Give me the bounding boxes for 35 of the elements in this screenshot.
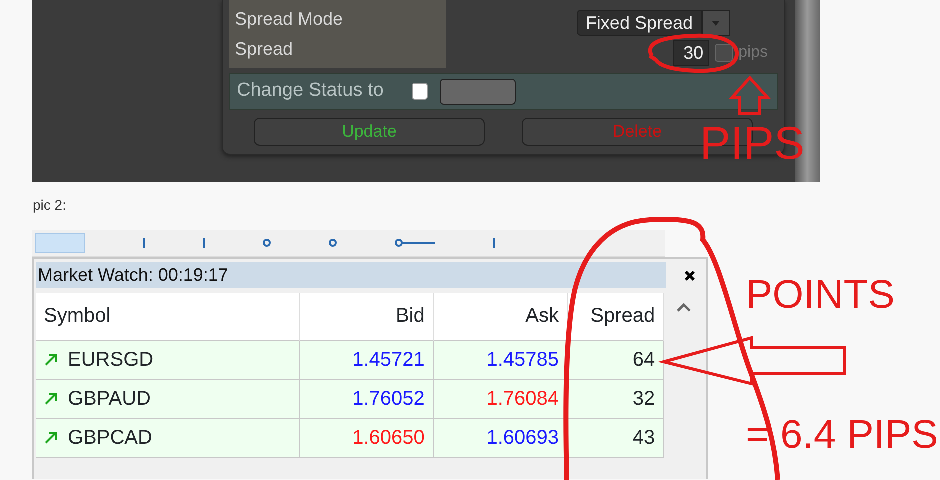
symbol-text: GBPCAD <box>68 426 152 450</box>
caret-icon <box>712 20 720 26</box>
update-button[interactable]: Update <box>254 118 485 146</box>
spread-input[interactable]: 30 <box>672 40 709 66</box>
column-header[interactable]: Ask <box>433 293 568 340</box>
table-cell: 1.45721 <box>299 340 434 379</box>
table-cell: 1.76052 <box>299 379 434 418</box>
symbol-text: EURSGD <box>68 348 154 372</box>
annotation-text: = 6.4 PIPS <box>746 415 938 455</box>
table-cell: 43 <box>568 418 664 457</box>
status-label: Change Status to <box>237 79 384 104</box>
caption: pic 2: <box>33 196 68 215</box>
dot-icon[interactable] <box>263 239 271 247</box>
field-label: Spread Mode <box>235 8 344 30</box>
status-field[interactable] <box>440 78 516 104</box>
scroll-up-icon[interactable] <box>677 303 692 312</box>
spread-mode-dropdown[interactable]: Fixed Spread <box>576 10 702 36</box>
column-header[interactable]: Bid <box>299 293 434 340</box>
dot-icon[interactable] <box>329 239 337 247</box>
column-header[interactable]: Symbol <box>36 293 300 340</box>
dropdown-button[interactable] <box>702 10 730 36</box>
table-cell: 1.60650 <box>299 418 434 457</box>
annotation-text: POINTS <box>746 275 895 315</box>
panel-title: Market Watch: 00:19:17 <box>36 262 666 288</box>
symbol-text: GBPAUD <box>68 386 151 412</box>
field-label: Spread <box>235 38 294 60</box>
pips-checkbox[interactable] <box>714 44 733 62</box>
pips-label: pips <box>738 43 768 63</box>
table-cell: 64 <box>568 340 664 379</box>
column-header[interactable]: Spread <box>568 293 664 340</box>
table-cell: 1.45785 <box>433 340 568 379</box>
slider-icon[interactable] <box>395 239 435 247</box>
table-cell: 32 <box>568 379 664 418</box>
status-checkbox[interactable] <box>412 83 428 100</box>
up-arrow-drawing <box>728 76 772 116</box>
